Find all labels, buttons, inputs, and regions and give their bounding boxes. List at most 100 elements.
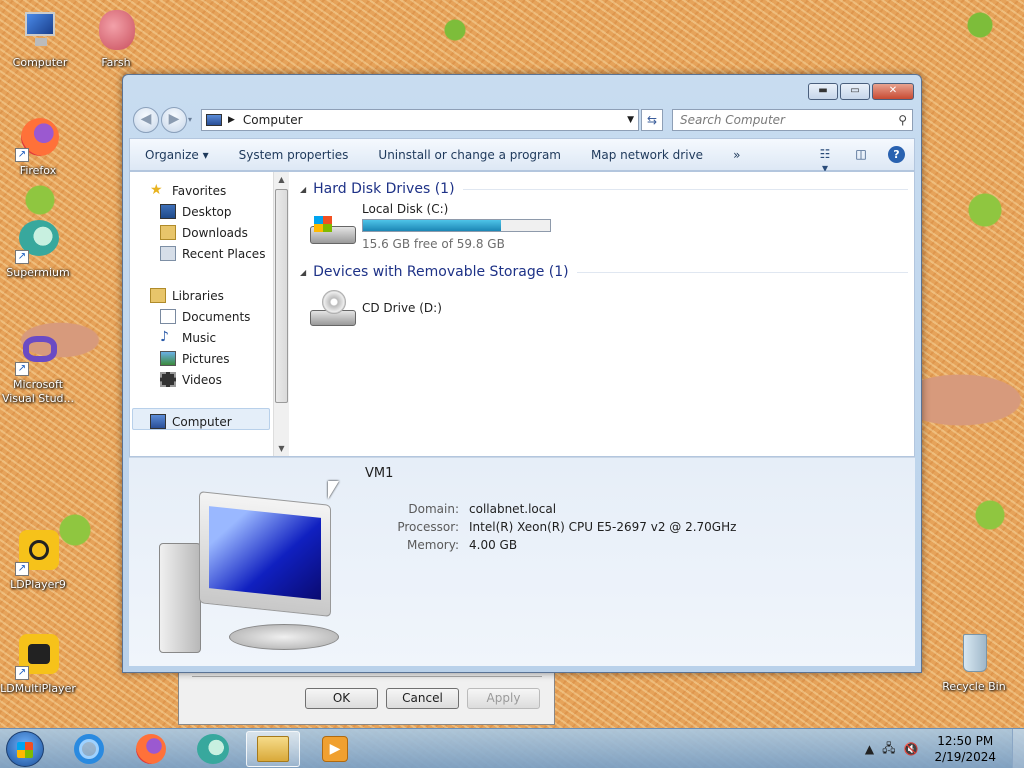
nav-videos[interactable]: Videos — [160, 372, 222, 387]
network-icon[interactable]: 🖧 — [882, 739, 895, 760]
group-header-removable-storage[interactable]: ◢ Devices with Removable Storage (1) — [300, 264, 908, 280]
desktop-icon-computer[interactable]: Computer — [2, 8, 78, 70]
nav-recent-places-label: Recent Places — [182, 246, 266, 261]
nav-libraries[interactable]: Libraries — [150, 288, 224, 303]
forward-button[interactable]: ▶ — [161, 107, 187, 133]
recent-pages-chevron-icon[interactable]: ▾ — [188, 115, 192, 124]
clock-date: 2/19/2024 — [934, 750, 996, 764]
computer-small-icon — [150, 414, 166, 429]
show-hidden-icons-icon[interactable]: ▲ — [865, 742, 874, 756]
memory-row: Memory: 4.00 GB — [319, 538, 819, 556]
apply-button[interactable]: Apply — [467, 688, 540, 709]
taskbar-supermium[interactable] — [186, 731, 240, 767]
search-input[interactable]: Search Computer ⚲ — [672, 109, 913, 131]
dialog-separator — [192, 676, 542, 677]
navigation-pane: ★ Favorites Desktop Downloads Recent Pla… — [130, 172, 271, 456]
nav-desktop[interactable]: Desktop — [160, 204, 232, 219]
breadcrumb-computer[interactable]: Computer — [243, 113, 303, 127]
music-icon: ♪ — [160, 329, 169, 345]
nav-videos-label: Videos — [182, 372, 222, 387]
taskbar-windows-explorer[interactable] — [246, 731, 300, 767]
taskbar-firefox[interactable] — [124, 731, 178, 767]
maximize-button[interactable]: ▭ — [840, 83, 870, 100]
more-commands-button[interactable]: » — [718, 148, 755, 162]
drive-c-name: Local Disk (C:) — [362, 202, 449, 216]
close-button[interactable]: ✕ — [872, 83, 914, 100]
drive-c-free-space: 15.6 GB free of 59.8 GB — [362, 237, 505, 251]
help-icon[interactable]: ? — [888, 146, 905, 163]
forward-arrow-icon: ▶ — [168, 111, 180, 127]
drives-view: ◢ Hard Disk Drives (1) Local Disk (C:) 1… — [290, 172, 914, 456]
system-tray: ▲ 🖧 🔇 12:50 PM 2/19/2024 — [861, 729, 1024, 768]
nav-pictures[interactable]: Pictures — [160, 351, 230, 366]
clock[interactable]: 12:50 PM 2/19/2024 — [934, 733, 996, 765]
scroll-up-icon[interactable]: ▲ — [274, 175, 289, 184]
back-button[interactable]: ◀ — [133, 107, 159, 133]
shortcut-arrow-icon: ↗ — [15, 250, 29, 264]
breadcrumb-arrow-icon[interactable]: ▶ — [228, 115, 235, 125]
folder-icon — [257, 736, 289, 762]
taskbar-media-player[interactable]: ▶ — [308, 731, 362, 767]
desktop-icon-firefox[interactable]: ↗ Firefox — [0, 116, 76, 178]
start-button[interactable] — [6, 731, 44, 767]
minimize-button[interactable]: ▬ — [808, 83, 838, 100]
shortcut-arrow-icon: ↗ — [15, 562, 29, 576]
processor-value: Intel(R) Xeon(R) CPU E5-2697 v2 @ 2.70GH… — [469, 520, 737, 534]
show-desktop-button[interactable] — [1012, 729, 1024, 768]
mouse-cursor-icon — [328, 481, 339, 499]
processor-row: Processor: Intel(R) Xeon(R) CPU E5-2697 … — [319, 520, 819, 538]
desktop-icon-label: Computer — [12, 56, 68, 69]
preview-pane-icon[interactable]: ◫ — [852, 147, 870, 163]
videos-icon — [160, 372, 176, 387]
system-properties-button[interactable]: System properties — [224, 148, 364, 162]
change-view-icon[interactable]: ☷ ▾ — [816, 147, 834, 175]
desktop-icon-ldplayer9[interactable]: ↗ LDPlayer9 — [0, 530, 76, 592]
windows-logo-icon — [17, 742, 33, 758]
address-dropdown-icon[interactable]: ▼ — [627, 115, 634, 125]
scroll-down-icon[interactable]: ▼ — [274, 444, 289, 453]
map-network-drive-button[interactable]: Map network drive — [576, 148, 718, 162]
organize-button[interactable]: Organize ▾ — [130, 148, 224, 162]
desktop-icon-recycle-bin[interactable]: Recycle Bin — [936, 632, 1012, 694]
nav-music[interactable]: ♪ Music — [160, 330, 216, 345]
group-header-hard-disk-drives[interactable]: ◢ Hard Disk Drives (1) — [300, 181, 908, 197]
collapse-icon[interactable]: ◢ — [300, 268, 306, 277]
desktop-icon-supermium[interactable]: ↗ Supermium — [0, 218, 76, 280]
supermium-icon: ↗ — [15, 218, 61, 264]
background-properties-dialog: OK Cancel Apply — [178, 665, 555, 725]
brain-icon — [93, 8, 139, 54]
address-bar[interactable]: ▶ Computer ▼ — [201, 109, 639, 131]
scroll-thumb[interactable] — [275, 189, 288, 403]
uninstall-program-button[interactable]: Uninstall or change a program — [363, 148, 576, 162]
domain-value: collabnet.local — [469, 502, 557, 516]
nav-documents[interactable]: Documents — [160, 309, 250, 324]
group-rule — [576, 271, 908, 273]
computer-icon — [17, 8, 63, 54]
desktop-icon-farsh[interactable]: Farsh — [78, 8, 154, 70]
nav-scrollbar[interactable]: ▲ ▼ — [273, 172, 289, 456]
refresh-button[interactable]: ⇆ — [641, 109, 663, 131]
firefox-icon: ↗ — [15, 116, 61, 162]
libraries-icon — [150, 288, 166, 303]
ldmultiplayer-icon: ↗ — [15, 634, 61, 680]
volume-muted-icon[interactable]: 🔇 — [904, 742, 919, 756]
nav-recent-places[interactable]: Recent Places — [160, 246, 265, 261]
recycle-bin-icon — [951, 632, 997, 678]
computer-small-icon — [206, 114, 222, 126]
search-icon[interactable]: ⚲ — [898, 110, 907, 130]
desktop-icon-visual-studio[interactable]: ↗ Microsoft Visual Stud... — [0, 330, 76, 406]
documents-icon — [160, 309, 176, 324]
collapse-icon[interactable]: ◢ — [300, 185, 306, 194]
nav-favorites[interactable]: ★ Favorites — [150, 183, 226, 198]
nav-computer[interactable]: Computer — [150, 414, 232, 429]
star-icon: ★ — [150, 182, 163, 198]
taskbar-internet-explorer[interactable] — [62, 731, 116, 767]
desktop-icon-ldmultiplayer[interactable]: ↗ LDMultiPlayer — [0, 634, 76, 696]
shortcut-arrow-icon: ↗ — [15, 362, 29, 376]
drive-c-usage-fill — [363, 220, 502, 231]
content-area: ★ Favorites Desktop Downloads Recent Pla… — [129, 171, 915, 457]
cancel-button[interactable]: Cancel — [386, 688, 459, 709]
nav-downloads[interactable]: Downloads — [160, 225, 248, 240]
ok-button[interactable]: OK — [305, 688, 378, 709]
processor-label: Processor: — [397, 520, 459, 534]
